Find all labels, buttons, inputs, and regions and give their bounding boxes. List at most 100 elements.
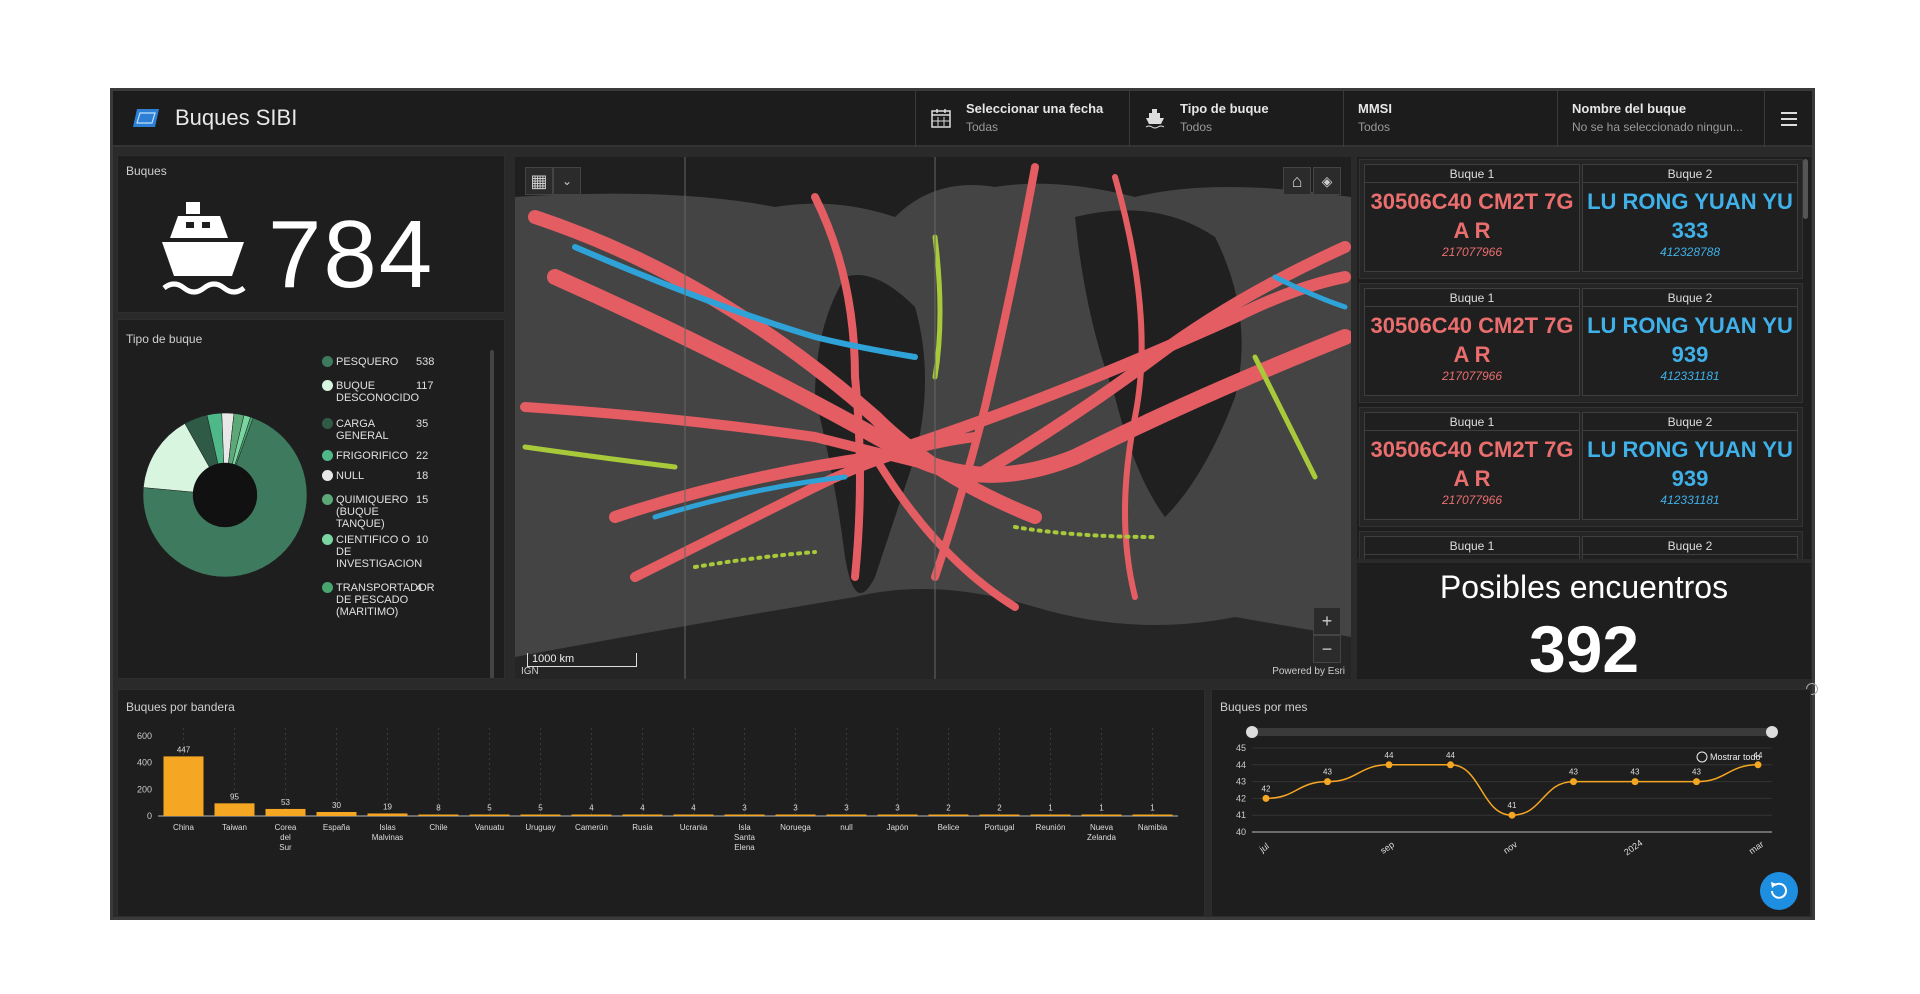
bar-value-label: 5 <box>487 804 492 813</box>
bar[interactable] <box>826 814 867 817</box>
refresh-button[interactable] <box>1760 872 1798 910</box>
legend-count: 22 <box>416 450 429 462</box>
encounters-scrollbar[interactable] <box>1803 159 1808 219</box>
bar[interactable] <box>316 812 357 816</box>
bar[interactable] <box>163 756 204 816</box>
bar[interactable] <box>673 814 714 817</box>
y-tick-label: 0 <box>147 811 152 821</box>
y-tick-label: 42 <box>1236 793 1246 803</box>
range-slider-handle[interactable] <box>1766 726 1778 738</box>
bar[interactable] <box>265 808 306 816</box>
legend-item[interactable]: QUIMIQUERO (BUQUE TANQUE) 15 <box>322 494 429 530</box>
legend-label: TRANSPORTADOR DE PESCADO (MARITIMO) <box>336 582 435 618</box>
x-tick-label: Isla <box>738 823 751 832</box>
reset-zoom-icon[interactable] <box>1696 751 1708 763</box>
x-tick-label: del <box>280 833 291 842</box>
data-point[interactable] <box>1570 778 1577 786</box>
bar[interactable] <box>418 814 459 817</box>
data-point[interactable] <box>1447 761 1454 769</box>
legend-item[interactable]: null 18 <box>322 470 428 482</box>
layers-icon[interactable]: ◈ <box>1313 167 1341 195</box>
legend-item[interactable]: CIENTIFICO O DE INVESTIGACION10 <box>322 534 428 570</box>
legend-swatch <box>322 450 333 461</box>
encounters-list[interactable]: Buque 1 30506C40 CM2T 7G A R 217077966 B… <box>1357 157 1811 559</box>
date-filter[interactable]: Seleccionar una fecha Todas <box>915 91 1129 147</box>
data-point[interactable] <box>1324 778 1331 786</box>
legend-swatch <box>322 356 333 367</box>
bar[interactable] <box>469 814 510 817</box>
vessel-1-header: Buque 1 <box>1365 289 1579 307</box>
legend-item[interactable]: CARGA GENERAL 35 <box>322 418 428 442</box>
legend-count: 4 <box>416 582 423 594</box>
menu-icon <box>1781 112 1797 114</box>
bar[interactable] <box>724 814 765 817</box>
zoom-out-button[interactable]: − <box>1313 635 1341 663</box>
x-tick-label: 2024 <box>1622 838 1644 858</box>
zoom-in-button[interactable]: + <box>1313 607 1341 635</box>
data-point[interactable] <box>1508 811 1516 819</box>
x-tick-label: Reunión <box>1036 823 1066 832</box>
map-attribution-right: Powered by Esri <box>1272 666 1345 677</box>
chevron-down-icon[interactable]: ⌄ <box>553 167 581 195</box>
vessel-1-column: Buque 1 30506C40 CM2T 7G A R 217077966 <box>1364 412 1580 520</box>
mmsi-filter[interactable]: MMSI Todos <box>1343 91 1557 147</box>
ship-type-filter[interactable]: Tipo de buque Todos <box>1129 91 1343 147</box>
encounter-card[interactable]: Buque 1 Buque 2 <box>1359 531 1803 559</box>
encounter-card[interactable]: Buque 1 30506C40 CM2T 7G A R 217077966 B… <box>1359 159 1803 279</box>
encounter-card[interactable]: Buque 1 30506C40 CM2T 7G A R 217077966 B… <box>1359 283 1803 403</box>
bar[interactable] <box>214 803 255 816</box>
map-scale-bar: 1000 km <box>527 653 637 667</box>
bar[interactable] <box>571 814 612 817</box>
basemap-gallery-icon[interactable]: ▦ <box>525 167 553 195</box>
legend-item[interactable]: PESQUERO 538 <box>322 356 434 368</box>
legend-item[interactable]: BUQUE DESCONOCIDO117 <box>322 380 434 404</box>
range-slider-handle[interactable] <box>1246 726 1258 738</box>
legend-label: FRIGORIFICO <box>336 450 409 462</box>
legend-swatch <box>322 470 333 481</box>
bar[interactable] <box>928 814 969 817</box>
bar[interactable] <box>1132 814 1173 817</box>
ship-name-filter[interactable]: Nombre del buque No se ha seleccionado n… <box>1557 91 1764 147</box>
legend-label: null <box>336 470 365 482</box>
x-tick-label: Nueva <box>1090 823 1114 832</box>
bar[interactable] <box>877 814 918 817</box>
legend-scrollbar[interactable] <box>490 350 494 678</box>
data-point[interactable] <box>1754 761 1762 769</box>
ships-by-flag-chart[interactable]: 6004002000447China95Taiwan53CoreadelSur3… <box>118 720 1198 916</box>
bar-value-label: 4 <box>691 804 696 813</box>
vessel-1-column: Buque 1 30506C40 CM2T 7G A R 217077966 <box>1364 164 1580 272</box>
ships-by-month-chart[interactable]: 454443424140424344 444143 43 4344jul sep nov 2… <box>1212 720 1812 916</box>
map-canvas[interactable] <box>515 157 1351 679</box>
map-view[interactable]: ▦ ⌄ ⌂ ◈ + − 1000 km IGN Powered by Esri <box>515 157 1351 679</box>
y-tick-label: 41 <box>1236 810 1246 820</box>
data-point[interactable] <box>1385 761 1393 769</box>
point-value-label: 43 <box>1692 768 1701 777</box>
vessel-1-column: Buque 1 <box>1364 536 1580 559</box>
bar[interactable] <box>622 814 663 817</box>
data-point[interactable] <box>1262 794 1270 802</box>
home-icon[interactable]: ⌂ <box>1283 167 1311 195</box>
x-tick-label: Vanuatu <box>475 823 504 832</box>
legend-count: 15 <box>416 494 429 506</box>
x-tick-label: Zelanda <box>1087 833 1116 842</box>
x-tick-label: Santa <box>734 833 755 842</box>
legend-item[interactable]: TRANSPORTADOR DE PESCADO (MARITIMO)4 <box>322 582 435 618</box>
bar-value-label: 3 <box>844 804 849 813</box>
bar[interactable] <box>367 813 408 816</box>
bar[interactable] <box>1030 814 1071 817</box>
bar-value-label: 3 <box>895 804 900 813</box>
encounter-card[interactable]: Buque 1 30506C40 CM2T 7G A R 217077966 B… <box>1359 407 1803 527</box>
x-tick-label: Sur <box>279 843 292 852</box>
ship-type-filter-value: Todos <box>1180 120 1213 134</box>
bar-value-label: 1 <box>1048 804 1053 813</box>
menu-button[interactable] <box>1764 91 1812 147</box>
show-all-button[interactable]: Mostrar todo <box>1710 752 1761 762</box>
legend-item[interactable]: FRIGORIFICO 22 <box>322 450 429 462</box>
data-point[interactable] <box>1631 778 1639 786</box>
data-point[interactable] <box>1693 778 1700 786</box>
range-slider-track[interactable] <box>1252 728 1772 736</box>
bar[interactable] <box>775 814 816 817</box>
bar[interactable] <box>520 814 561 817</box>
bar[interactable] <box>1081 814 1122 817</box>
bar[interactable] <box>979 814 1020 817</box>
